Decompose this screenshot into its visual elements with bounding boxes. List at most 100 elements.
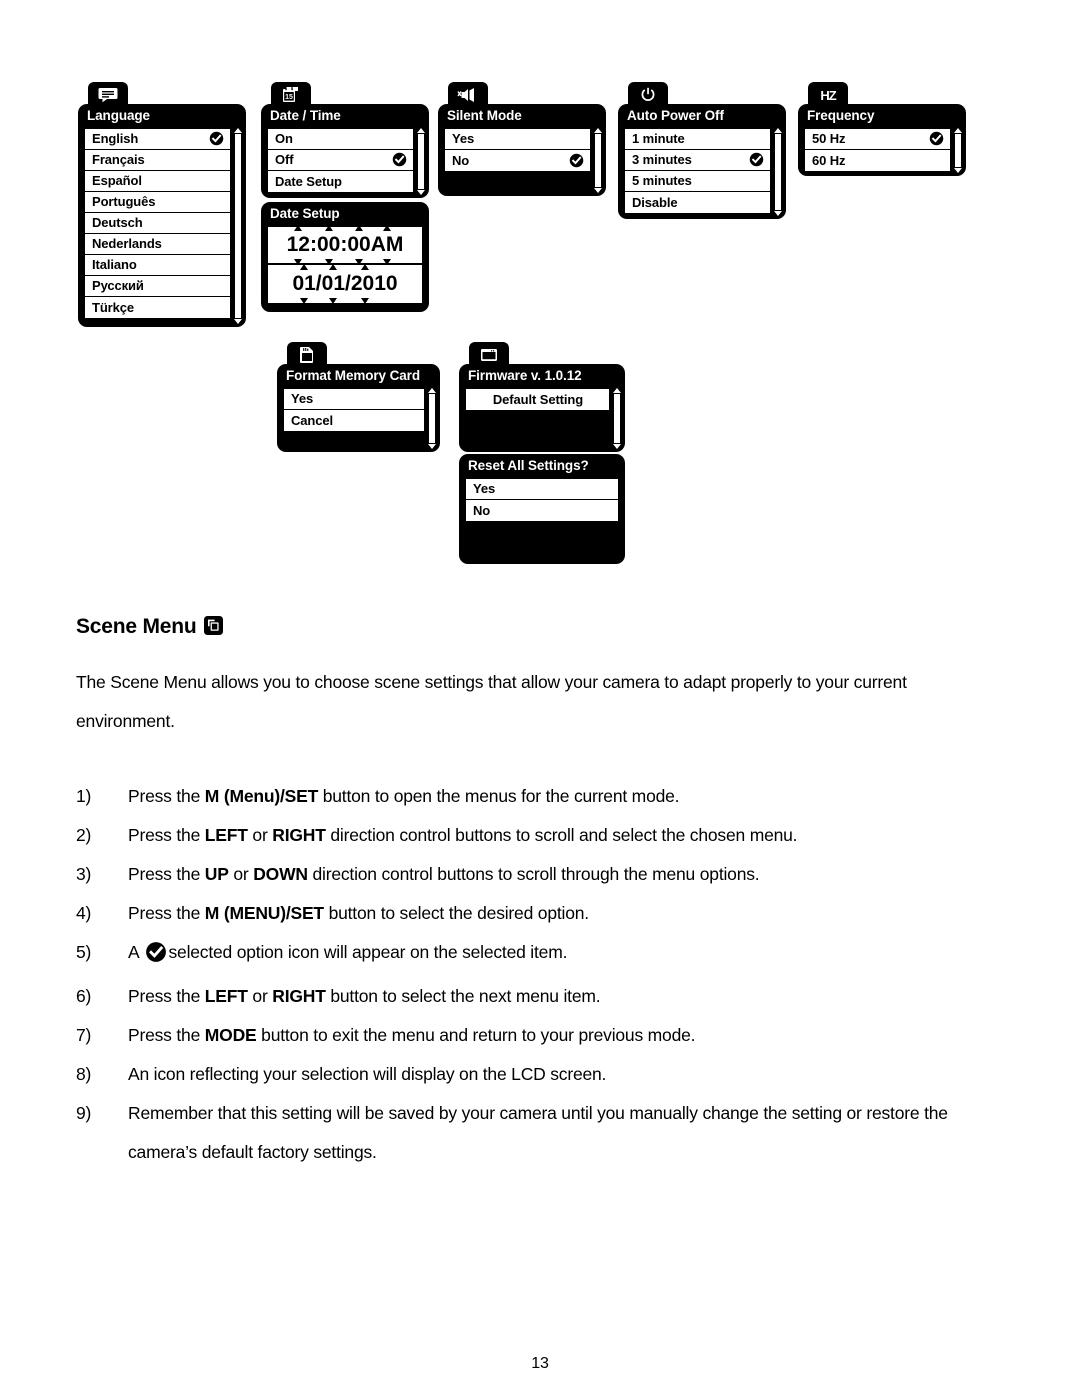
stepper-up-arrow-icon[interactable]	[329, 263, 338, 270]
time-value: 12 : 00 : 00 AM	[287, 224, 403, 265]
scroll-up-arrow-icon[interactable]	[774, 128, 782, 133]
scroll-down-arrow-icon[interactable]	[594, 188, 602, 193]
scroll-down-arrow-icon[interactable]	[613, 444, 621, 449]
menu-row-yes[interactable]: Yes	[466, 478, 618, 500]
menu-row-no[interactable]: No	[466, 499, 618, 521]
step-text-part: or	[247, 986, 273, 1006]
scroll-up-arrow-icon[interactable]	[428, 388, 436, 393]
tab-language[interactable]	[88, 82, 128, 108]
step-text-part: Press the	[128, 864, 205, 884]
menu-row-turkce[interactable]: Türkçe	[85, 296, 230, 318]
menu-row-date-setup[interactable]: Date Setup	[268, 170, 413, 192]
stepper-up-arrow-icon[interactable]	[383, 224, 392, 231]
row-label: 50 Hz	[812, 131, 846, 147]
menu-row-francais[interactable]: Français	[85, 149, 230, 171]
selected-check-icon	[145, 938, 167, 977]
scroll-up-arrow-icon[interactable]	[594, 128, 602, 133]
time-seconds-stepper[interactable]: 00	[347, 224, 371, 265]
menu-row-60hz[interactable]: 60 Hz	[805, 149, 950, 171]
row-label: No	[473, 502, 491, 518]
menu-row-nederlands[interactable]: Nederlands	[85, 233, 230, 255]
time-stepper-row[interactable]: 12 : 00 : 00 AM	[268, 224, 422, 265]
scroll-up-arrow-icon[interactable]	[954, 128, 962, 133]
scroll-track[interactable]	[429, 394, 435, 443]
step-text-emphasis: LEFT	[204, 986, 248, 1006]
menu-row-yes[interactable]: Yes	[284, 388, 424, 410]
tab-firmware[interactable]	[469, 342, 509, 368]
tab-format-memory-card[interactable]	[287, 342, 327, 368]
menu-row-russian[interactable]: Русский	[85, 275, 230, 297]
menu-row-cancel[interactable]: Cancel	[284, 409, 424, 431]
menu-row-no[interactable]: No	[445, 149, 590, 171]
menu-row-on[interactable]: On	[268, 128, 413, 150]
time-meridiem-stepper[interactable]: AM	[371, 224, 403, 265]
tab-frequency[interactable]: HZ	[808, 82, 848, 108]
date-year-stepper[interactable]: 2010	[350, 263, 398, 304]
scroll-track[interactable]	[595, 134, 601, 187]
menu-row-disable[interactable]: Disable	[625, 191, 770, 213]
tab-date-time[interactable]: 15	[271, 82, 311, 108]
scrollbar[interactable]	[954, 128, 962, 173]
date-year: 2010	[350, 271, 398, 295]
menu-row-50hz[interactable]: 50 Hz	[805, 128, 950, 150]
stepper-up-arrow-icon[interactable]	[355, 224, 364, 231]
scroll-down-arrow-icon[interactable]	[954, 168, 962, 173]
scrollbar[interactable]	[234, 128, 242, 324]
stepper-up-arrow-icon[interactable]	[324, 224, 333, 231]
scroll-down-arrow-icon[interactable]	[774, 211, 782, 216]
date-stepper-row[interactable]: 01 / 01 / 2010	[268, 263, 422, 304]
menu-row-italiano[interactable]: Italiano	[85, 254, 230, 276]
tab-silent-mode[interactable]	[448, 82, 488, 108]
stepper-down-arrow-icon[interactable]	[360, 297, 369, 304]
stepper-up-arrow-icon[interactable]	[300, 263, 309, 270]
time-minutes-stepper[interactable]: 00	[317, 224, 340, 265]
stepper-up-arrow-icon[interactable]	[294, 224, 303, 231]
menu-row-deutsch[interactable]: Deutsch	[85, 212, 230, 234]
date-month-stepper[interactable]: 01	[292, 263, 316, 304]
menu-row-off[interactable]: Off	[268, 149, 413, 171]
time-hours-stepper[interactable]: 12	[287, 224, 310, 265]
date-day-stepper[interactable]: 01	[322, 263, 345, 304]
power-icon	[641, 87, 655, 101]
menu-row-english[interactable]: English	[85, 128, 230, 150]
panel-format-memory-card: Format Memory Card Yes Cancel	[277, 364, 440, 452]
scroll-down-arrow-icon[interactable]	[428, 444, 436, 449]
scrollbar[interactable]	[774, 128, 782, 216]
menu-row-5-minutes[interactable]: 5 minutes	[625, 170, 770, 192]
step-text-emphasis: RIGHT	[272, 986, 326, 1006]
scrollbar[interactable]	[417, 128, 425, 195]
scroll-up-arrow-icon[interactable]	[417, 128, 425, 133]
scrollbar[interactable]	[613, 388, 621, 449]
menu-row-espanol[interactable]: Español	[85, 170, 230, 192]
stepper-down-arrow-icon[interactable]	[300, 297, 309, 304]
mute-speaker-icon	[457, 88, 474, 102]
scroll-track[interactable]	[614, 394, 620, 443]
scroll-up-arrow-icon[interactable]	[234, 128, 242, 133]
menu-row-1-minute[interactable]: 1 minute	[625, 128, 770, 150]
scrollbar[interactable]	[428, 388, 436, 449]
step-text-part: Remember that this setting will be saved…	[128, 1103, 948, 1162]
scroll-track[interactable]	[235, 134, 241, 318]
tab-auto-power-off[interactable]	[628, 82, 668, 108]
step-text-part: Press the	[128, 1025, 205, 1045]
stepper-down-arrow-icon[interactable]	[329, 297, 338, 304]
stepper-down-arrow-icon[interactable]	[383, 258, 392, 265]
step-item-2: 2) Press the LEFT or RIGHT direction cont…	[76, 816, 1006, 855]
panel-language: Language English Français Español Portug…	[78, 104, 246, 327]
menu-row-yes[interactable]: Yes	[445, 128, 590, 150]
menu-row-3-minutes[interactable]: 3 minutes	[625, 149, 770, 171]
step-text-part: A	[128, 942, 140, 962]
menu-row-portugues[interactable]: Português	[85, 191, 230, 213]
step-number: 2)	[76, 825, 92, 845]
step-text-part: Press the	[128, 903, 205, 923]
stepper-up-arrow-icon[interactable]	[360, 263, 369, 270]
scroll-track[interactable]	[775, 134, 781, 210]
scroll-track[interactable]	[418, 134, 424, 189]
scroll-up-arrow-icon[interactable]	[613, 388, 621, 393]
scroll-down-arrow-icon[interactable]	[417, 190, 425, 195]
menu-row-default-setting[interactable]: Default Setting	[466, 388, 609, 410]
row-label: Yes	[452, 131, 475, 147]
scroll-down-arrow-icon[interactable]	[234, 319, 242, 324]
scrollbar[interactable]	[594, 128, 602, 193]
scroll-track[interactable]	[955, 134, 961, 167]
